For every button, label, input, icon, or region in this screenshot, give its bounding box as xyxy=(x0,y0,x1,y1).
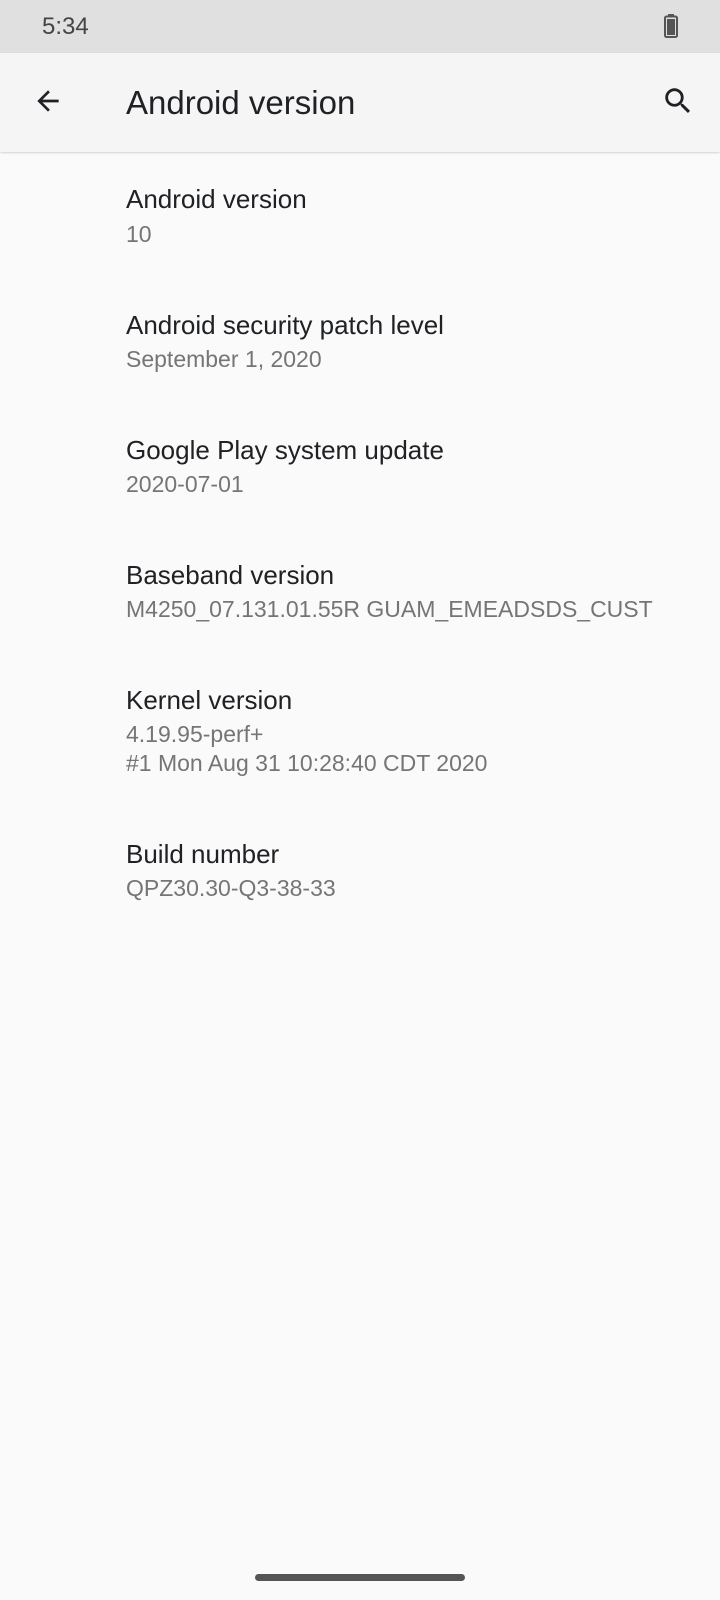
status-time: 5:34 xyxy=(42,13,89,40)
item-title: Kernel version xyxy=(126,685,293,715)
status-bar: 5:34 xyxy=(0,0,720,53)
item-google-play-system-update[interactable]: Google Play system update 2020-07-01 xyxy=(0,410,720,528)
item-summary-line-2: #1 Mon Aug 31 10:28:40 CDT 2020 xyxy=(126,750,488,776)
item-title: Android security patch level xyxy=(126,310,444,340)
item-summary: September 1, 2020 xyxy=(126,346,322,372)
item-summary: 10 xyxy=(126,221,152,247)
item-title: Build number xyxy=(126,839,280,869)
search-button[interactable] xyxy=(654,79,702,127)
gesture-nav-handle[interactable] xyxy=(255,1574,465,1581)
arrow-back-icon xyxy=(32,85,64,122)
battery-icon xyxy=(664,14,678,38)
back-button[interactable] xyxy=(24,79,72,127)
app-bar: Android version xyxy=(0,53,720,152)
item-summary: 2020-07-01 xyxy=(126,471,244,497)
item-android-version[interactable]: Android version 10 xyxy=(0,160,720,278)
item-title: Google Play system update xyxy=(126,435,444,465)
page-title: Android version xyxy=(126,84,356,121)
item-summary: QPZ30.30-Q3-38-33 xyxy=(126,875,336,901)
item-build-number[interactable]: Build number QPZ30.30-Q3-38-33 xyxy=(0,815,720,933)
item-title: Baseband version xyxy=(126,560,335,590)
item-summary: M4250_07.131.01.55R GUAM_EMEADSDS_CUST xyxy=(126,596,653,622)
item-summary-line-1: 4.19.95-perf+ xyxy=(126,721,264,747)
item-security-patch-level[interactable]: Android security patch level September 1… xyxy=(0,285,720,403)
search-icon xyxy=(661,84,695,123)
item-baseband-version[interactable]: Baseband version M4250_07.131.01.55R GUA… xyxy=(0,536,720,654)
item-kernel-version[interactable]: Kernel version 4.19.95-perf+ #1 Mon Aug … xyxy=(0,661,720,811)
item-title: Android version xyxy=(126,184,307,214)
